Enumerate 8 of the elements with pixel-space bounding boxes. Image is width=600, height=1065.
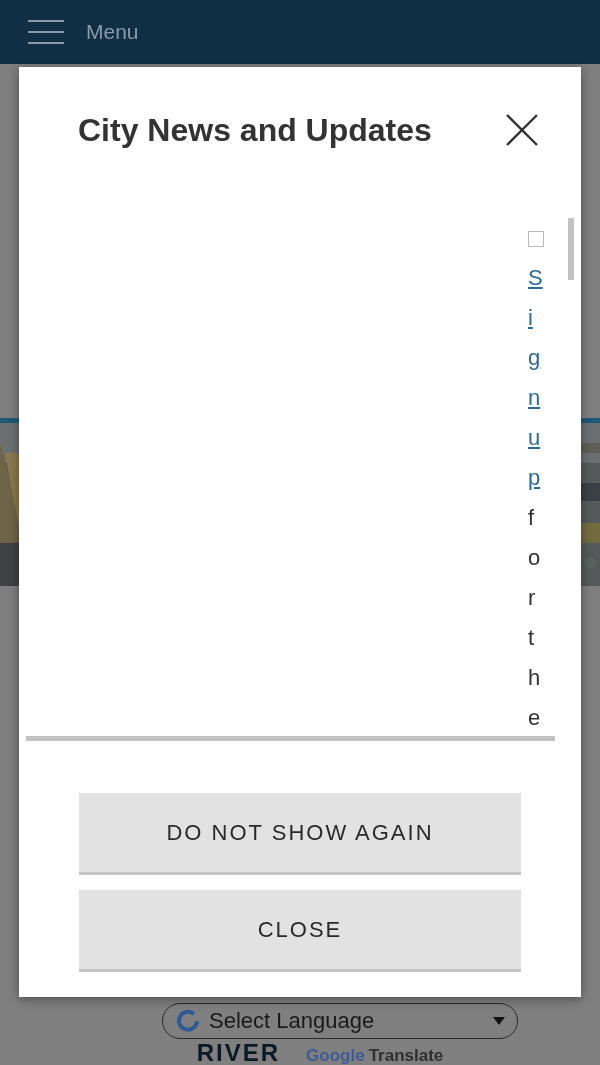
- sign-up-link[interactable]: Sign up: [528, 258, 543, 498]
- site-logo: RIVER: [196, 1041, 281, 1065]
- google-translate-label[interactable]: Google Translate: [306, 1047, 444, 1064]
- menu-button[interactable]: Menu: [28, 20, 139, 44]
- dialog-button[interactable]: CLOSE: [79, 890, 521, 972]
- sign-up-text: for the: [528, 504, 542, 732]
- dialog-title: City News and Updates: [78, 111, 432, 149]
- dialog-button[interactable]: DO NOT SHOW AGAIN: [79, 793, 521, 875]
